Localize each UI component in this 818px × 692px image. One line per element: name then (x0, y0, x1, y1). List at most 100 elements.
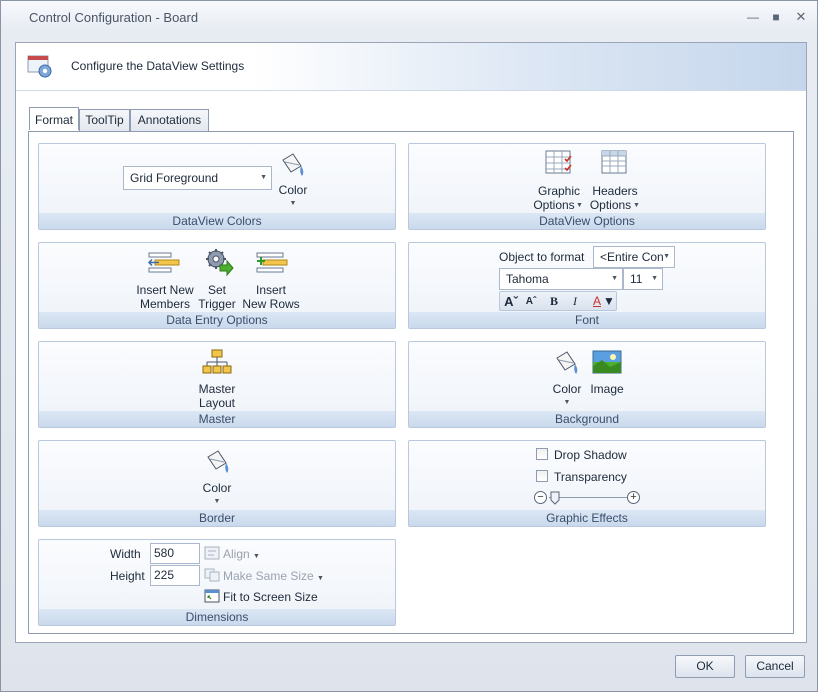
align-label: Align (223, 547, 250, 561)
graphic-options-line2[interactable]: Options (533, 198, 575, 212)
headers-options-line1[interactable]: Headers (590, 184, 640, 198)
insert-members-line1[interactable]: Insert New (133, 283, 197, 297)
object-to-format-value: <Entire Con (600, 250, 664, 264)
insert-members-icon[interactable] (147, 249, 181, 277)
group-caption: DataView Options (409, 213, 765, 229)
align-button: Align ▼ (223, 547, 260, 561)
grow-font-icon[interactable]: Aˇ (501, 293, 521, 310)
graphic-options-line1[interactable]: Graphic (533, 184, 585, 198)
group-caption: Data Entry Options (39, 312, 395, 328)
color-target-dropdown[interactable]: Grid Foreground ▼ (123, 166, 272, 190)
master-layout-icon[interactable] (202, 348, 232, 376)
group-dataview-colors: Grid Foreground ▼ Color ▼ DataView Color… (38, 143, 396, 230)
make-same-size-button: Make Same Size ▼ (223, 569, 324, 583)
color-label[interactable]: Color (274, 183, 312, 197)
group-caption: Background (409, 411, 765, 427)
fit-to-screen-label[interactable]: Fit to Screen Size (223, 590, 318, 604)
font-toolbar: Aˇ Aˆ B I A ▼ (499, 291, 617, 311)
tab-format[interactable]: Format (29, 107, 79, 130)
zoom-in-icon[interactable]: + (627, 491, 640, 504)
dialog-window: Control Configuration - Board — ■ ✕ Conf… (0, 0, 818, 692)
group-caption: Font (409, 312, 765, 328)
align-icon (204, 546, 220, 560)
tab-annotations[interactable]: Annotations (130, 109, 209, 131)
graphic-options-dropdown-icon[interactable]: ▼ (576, 202, 583, 209)
master-layout-line2[interactable]: Layout (190, 396, 244, 410)
background-image-label[interactable]: Image (587, 382, 627, 396)
transparency-slider-track[interactable] (549, 497, 627, 498)
ok-button[interactable]: OK (675, 655, 735, 678)
font-size-value: 11 (630, 272, 643, 286)
same-size-icon (204, 568, 220, 582)
window-title: Control Configuration - Board (29, 10, 199, 25)
height-label: Height (110, 569, 145, 583)
insert-rows-line2[interactable]: New Rows (240, 297, 302, 311)
transparency-slider-thumb[interactable] (550, 491, 560, 505)
headers-options-line2[interactable]: Options (589, 198, 632, 212)
font-size-dropdown[interactable]: 11 ▼ (623, 268, 663, 290)
headers-options-dropdown-icon[interactable]: ▼ (633, 202, 640, 209)
group-background: Color ▼ Image Background (408, 341, 766, 428)
group-caption: Border (39, 510, 395, 526)
shrink-font-icon[interactable]: Aˆ (521, 293, 541, 310)
group-data-entry-options: Insert New Members Set Trigger Insert Ne… (38, 242, 396, 329)
object-to-format-dropdown[interactable]: <Entire Con ▼ (593, 246, 675, 268)
transparency-label[interactable]: Transparency (554, 470, 627, 484)
group-caption: Dimensions (39, 609, 395, 625)
insert-rows-line1[interactable]: Insert (240, 283, 302, 297)
group-dataview-options: Graphic Options ▼ Headers Options ▼ Data… (408, 143, 766, 230)
minimize-icon[interactable]: — (742, 7, 764, 27)
headers-options-icon[interactable] (600, 149, 630, 179)
group-master: Master Layout Master (38, 341, 396, 428)
group-dimensions: Width 580 Height 225 Align ▼ Make Same S… (38, 539, 396, 626)
set-trigger-gear-icon[interactable] (203, 247, 235, 277)
font-name-dropdown[interactable]: Tahoma ▼ (499, 268, 623, 290)
banner-text: Configure the DataView Settings (71, 59, 245, 73)
chevron-down-icon: ▼ (317, 575, 324, 582)
paint-bucket-icon[interactable] (202, 447, 232, 477)
background-color-dropdown-icon[interactable]: ▼ (549, 399, 585, 406)
chevron-down-icon: ▼ (611, 275, 618, 282)
color-dropdown-icon[interactable]: ▼ (274, 200, 312, 207)
maximize-icon[interactable]: ■ (765, 7, 787, 27)
chevron-down-icon: ▼ (651, 275, 658, 282)
border-color-label[interactable]: Color (197, 481, 237, 495)
bold-icon[interactable]: B (544, 293, 564, 310)
italic-icon[interactable]: I (565, 293, 585, 310)
make-same-size-label: Make Same Size (223, 569, 314, 583)
width-label: Width (110, 547, 141, 561)
group-border: Color ▼ Border (38, 440, 396, 527)
chevron-down-icon: ▼ (260, 174, 267, 181)
set-trigger-line1[interactable]: Set (195, 283, 239, 297)
zoom-out-icon[interactable]: − (534, 491, 547, 504)
height-input[interactable]: 225 (150, 565, 200, 586)
group-caption: Master (39, 411, 395, 427)
background-color-label[interactable]: Color (549, 382, 585, 396)
chevron-down-icon: ▼ (663, 253, 670, 260)
insert-rows-icon[interactable] (255, 249, 289, 277)
paint-bucket-icon[interactable] (551, 348, 581, 378)
settings-dialog-icon (27, 55, 52, 78)
drop-shadow-checkbox[interactable] (536, 448, 548, 460)
chevron-down-icon: ▼ (253, 553, 260, 560)
client-area: Configure the DataView Settings Format T… (15, 42, 807, 643)
font-color-dropdown-icon[interactable]: ▼ (603, 293, 615, 310)
fit-to-screen-icon[interactable] (204, 589, 220, 603)
header-banner: Configure the DataView Settings (16, 43, 806, 91)
format-panel: Grid Foreground ▼ Color ▼ DataView Color… (28, 131, 794, 634)
transparency-checkbox[interactable] (536, 470, 548, 482)
width-input[interactable]: 580 (150, 543, 200, 564)
border-color-dropdown-icon[interactable]: ▼ (197, 498, 237, 505)
font-name-value: Tahoma (506, 272, 549, 286)
master-layout-line1[interactable]: Master (190, 382, 244, 396)
insert-members-line2[interactable]: Members (133, 297, 197, 311)
set-trigger-line2[interactable]: Trigger (195, 297, 239, 311)
drop-shadow-label[interactable]: Drop Shadow (554, 448, 627, 462)
color-target-value: Grid Foreground (130, 171, 219, 185)
close-icon[interactable]: ✕ (790, 7, 812, 27)
paint-bucket-icon[interactable] (277, 150, 307, 180)
cancel-button[interactable]: Cancel (745, 655, 805, 678)
image-icon[interactable] (592, 350, 622, 374)
graphic-options-icon[interactable] (544, 149, 576, 179)
tab-tooltip[interactable]: ToolTip (79, 109, 130, 131)
